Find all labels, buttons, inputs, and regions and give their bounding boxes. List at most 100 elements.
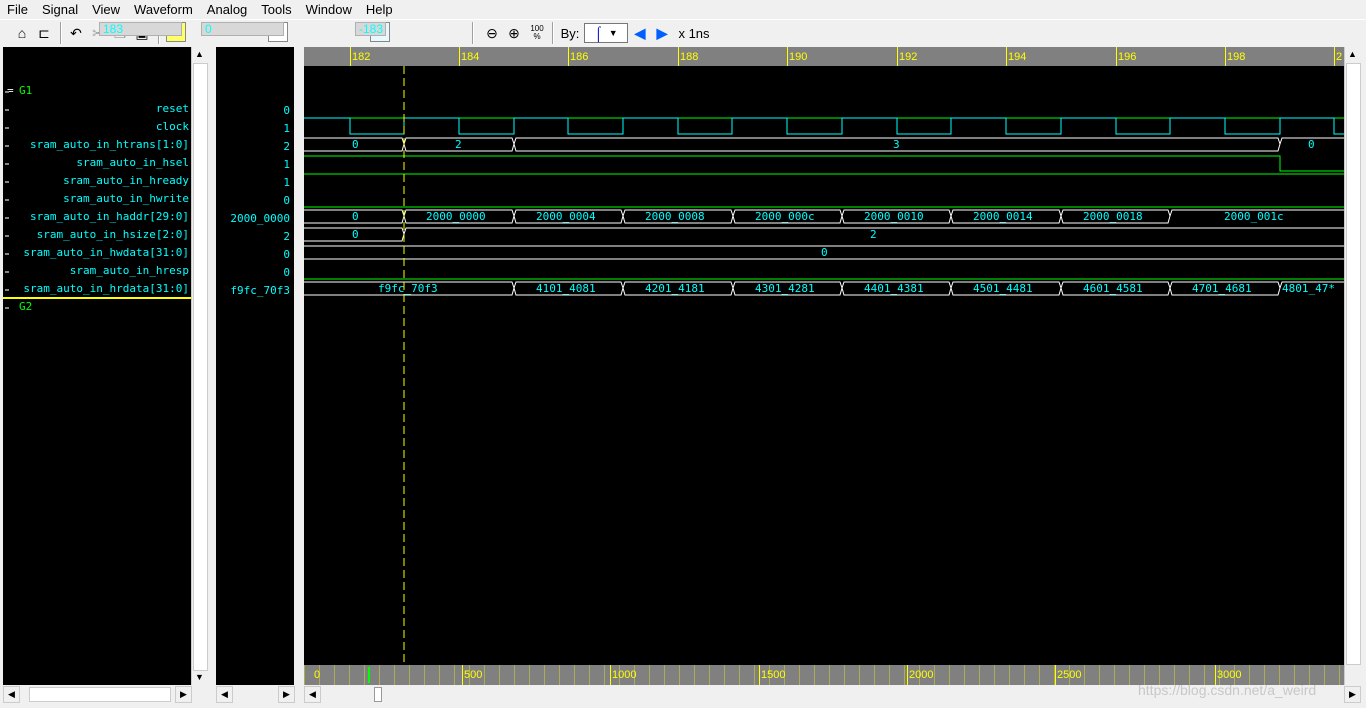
bus-label: 2000_0014 bbox=[973, 210, 1033, 223]
overview-label: 3000 bbox=[1217, 669, 1242, 681]
waveform-pane[interactable]: 182 184 186 188 190 192 194 196 198 2 0 … bbox=[304, 47, 1344, 665]
bus-label: 2000_000c bbox=[755, 210, 815, 223]
signal-name[interactable]: sram_auto_in_hsize[2:0] bbox=[37, 228, 189, 241]
signal-value: 1 bbox=[283, 176, 290, 189]
scroll-down-icon[interactable]: ▼ bbox=[192, 670, 207, 685]
signal-name[interactable]: sram_auto_in_hsel bbox=[76, 156, 189, 169]
bus-label: 2000_0004 bbox=[536, 210, 596, 223]
menu-tools[interactable]: Tools bbox=[254, 0, 298, 19]
open-folder-icon[interactable]: ⌂ bbox=[12, 23, 32, 43]
row-tick bbox=[5, 163, 9, 165]
signal-add-icon[interactable]: ⊏ bbox=[34, 23, 54, 43]
group-g2[interactable]: G2 bbox=[19, 300, 32, 313]
scroll-up-icon[interactable]: ▲ bbox=[1345, 47, 1360, 62]
bus-label: 0 bbox=[821, 246, 828, 259]
bus-label: 4201_4181 bbox=[645, 282, 705, 295]
scroll-thumb[interactable] bbox=[193, 63, 208, 671]
signal-name-selected[interactable]: sram_auto_in_hrdata[31:0] bbox=[23, 282, 189, 295]
row-tick bbox=[5, 289, 9, 291]
menu-waveform[interactable]: Waveform bbox=[127, 0, 200, 19]
name-pane-vscroll[interactable]: ▲ ▼ bbox=[191, 47, 208, 685]
hsel-wave bbox=[304, 155, 1344, 172]
bus-label: 4301_4281 bbox=[755, 282, 815, 295]
row-tick bbox=[5, 127, 9, 129]
signal-name[interactable]: sram_auto_in_hready bbox=[63, 174, 189, 187]
bus-label: 0 bbox=[1308, 138, 1315, 151]
scroll-right-icon[interactable]: ▶ bbox=[175, 686, 192, 703]
toolbar-separator bbox=[60, 22, 62, 44]
menu-analog[interactable]: Analog bbox=[200, 0, 254, 19]
delta-box: ▲ -183 bbox=[355, 22, 390, 42]
group-g1[interactable]: = G1 bbox=[7, 84, 33, 97]
bus-label: 4501_4481 bbox=[973, 282, 1033, 295]
scroll-thumb[interactable] bbox=[1346, 63, 1361, 665]
name-pane-hscroll[interactable]: ◀ ▶ bbox=[3, 686, 192, 703]
menu-view[interactable]: View bbox=[85, 0, 127, 19]
bus-label: 0 bbox=[352, 138, 359, 151]
bus-label: 2 bbox=[455, 138, 462, 151]
scroll-up-icon[interactable]: ▲ bbox=[192, 47, 207, 62]
overview-tick bbox=[759, 665, 760, 685]
signal-name[interactable]: sram_auto_in_haddr[29:0] bbox=[30, 210, 189, 223]
signal-name[interactable]: reset bbox=[156, 102, 189, 115]
cursor2-value: 0 bbox=[201, 22, 284, 36]
signal-value: 1 bbox=[283, 158, 290, 171]
edge-select[interactable]: ⌠ ▼ bbox=[584, 23, 628, 43]
bus-label: f9fc_70f3 bbox=[378, 282, 438, 295]
bus-label: 2 bbox=[870, 228, 877, 241]
row-tick bbox=[5, 253, 9, 255]
scroll-left-icon[interactable]: ◀ bbox=[216, 686, 233, 703]
signal-value: 2 bbox=[283, 230, 290, 243]
signal-value: 0 bbox=[283, 104, 290, 117]
overview-label: 500 bbox=[464, 669, 483, 681]
signal-value: 0 bbox=[283, 248, 290, 261]
bus-label: 2000_0008 bbox=[645, 210, 705, 223]
row-tick bbox=[5, 307, 9, 309]
row-tick bbox=[5, 109, 9, 111]
zoom-out-icon[interactable]: ⊖ bbox=[482, 23, 502, 43]
prev-edge-icon[interactable]: ◀ bbox=[630, 23, 650, 43]
zoom-fit-glyph: % bbox=[533, 32, 541, 41]
signal-name[interactable]: sram_auto_in_hwrite bbox=[63, 192, 189, 205]
signal-name[interactable]: clock bbox=[156, 120, 189, 133]
signal-value-pane: 0 1 2 1 1 0 2000_0000 2 0 0 f9fc_70f3 bbox=[216, 47, 294, 685]
overview-label: 0 bbox=[314, 669, 321, 681]
cursor2-box: ▭ 0 bbox=[201, 22, 288, 42]
scroll-right-icon[interactable]: ▶ bbox=[278, 686, 295, 703]
hsize-bus bbox=[304, 227, 1344, 242]
menu-signal[interactable]: Signal bbox=[35, 0, 85, 19]
signal-value: f9fc_70f3 bbox=[230, 284, 290, 297]
signal-value: 1 bbox=[283, 122, 290, 135]
cursor1-value: 183 bbox=[99, 22, 182, 36]
bus-label: 0 bbox=[352, 210, 359, 223]
row-tick bbox=[5, 91, 9, 93]
signal-name[interactable]: sram_auto_in_hwdata[31:0] bbox=[23, 246, 189, 259]
undo-icon[interactable]: ↶ bbox=[66, 23, 86, 43]
zoom-in-icon[interactable]: ⊕ bbox=[504, 23, 524, 43]
menu-help[interactable]: Help bbox=[359, 0, 400, 19]
watermark: https://blog.csdn.net/a_weird bbox=[1138, 682, 1317, 698]
value-pane-hscroll[interactable]: ◀ ▶ bbox=[216, 686, 295, 703]
scroll-left-icon[interactable]: ◀ bbox=[304, 686, 321, 703]
scroll-right-icon[interactable]: ▶ bbox=[1344, 686, 1361, 703]
bus-label: 4701_4681 bbox=[1192, 282, 1252, 295]
signal-name[interactable]: sram_auto_in_htrans[1:0] bbox=[30, 138, 189, 151]
signal-name[interactable]: sram_auto_in_hresp bbox=[70, 264, 189, 277]
bus-label: 0 bbox=[352, 228, 359, 241]
next-edge-icon[interactable]: ▶ bbox=[652, 23, 672, 43]
time-units: x 1ns bbox=[678, 25, 710, 41]
wave-pane-vscroll[interactable]: ▲ bbox=[1344, 47, 1361, 685]
scroll-thumb[interactable] bbox=[29, 687, 171, 702]
overview-cursor-marker[interactable] bbox=[368, 667, 370, 683]
row-tick bbox=[5, 181, 9, 183]
menu-window[interactable]: Window bbox=[299, 0, 359, 19]
scroll-thumb[interactable] bbox=[374, 687, 382, 702]
zoom-fit-icon[interactable]: 100% bbox=[526, 23, 548, 43]
bus-label: 3 bbox=[893, 138, 900, 151]
group-g1-label: G1 bbox=[19, 84, 33, 97]
menu-file[interactable]: File bbox=[0, 0, 35, 19]
bus-label: 4401_4381 bbox=[864, 282, 924, 295]
signal-name-pane: = G1 reset clock sram_auto_in_htrans[1:0… bbox=[3, 47, 191, 685]
signal-value: 0 bbox=[283, 194, 290, 207]
scroll-left-icon[interactable]: ◀ bbox=[3, 686, 20, 703]
